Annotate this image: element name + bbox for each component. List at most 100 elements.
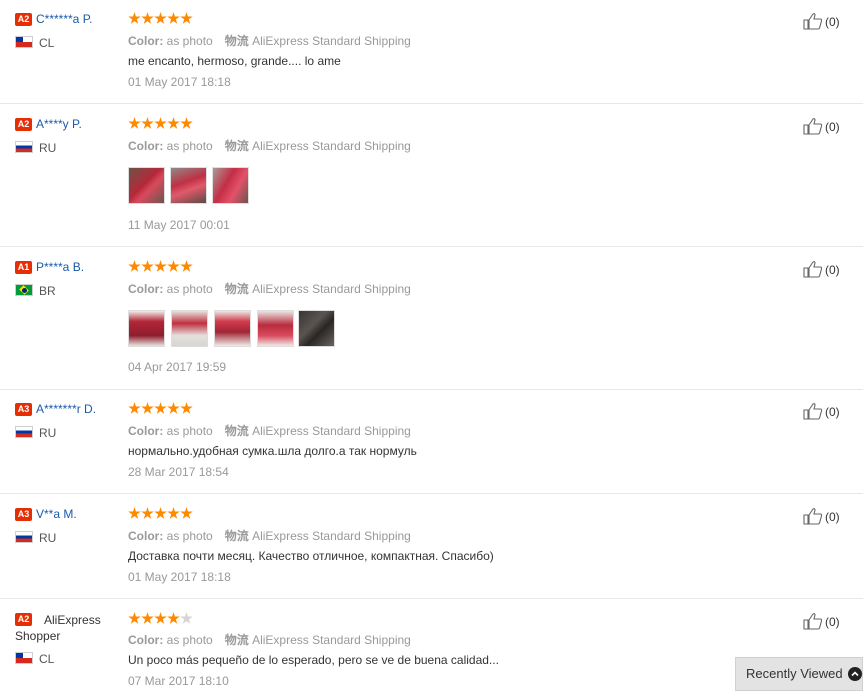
reviewer-info: A3 V**a M. RU (15, 507, 123, 545)
order-info: Color: as photo 物流 AliExpress Standard Sh… (128, 32, 411, 49)
reviewer-country: CL (15, 652, 54, 666)
color-label: Color: (128, 529, 164, 543)
helpful-count: (0) (825, 263, 840, 277)
reviewer-country: BR (15, 284, 56, 298)
thumbs-up-icon (803, 403, 823, 420)
reviewer-info: A2 A****y P. RU (15, 117, 123, 155)
logistics-label: 物流 (224, 34, 249, 48)
flag-icon (15, 36, 33, 48)
star-icon (128, 117, 141, 129)
recently-viewed-tab[interactable]: Recently Viewed (735, 657, 863, 691)
star-icon (141, 402, 154, 414)
star-icon (180, 260, 193, 272)
color-value: as photo (166, 139, 213, 153)
helpful-button[interactable]: (0) (803, 507, 840, 525)
reviewer-name[interactable]: A****y P. (36, 117, 82, 131)
thumbs-up-icon (803, 118, 823, 135)
buyer-level-badge: A2 (15, 613, 32, 626)
review-date: 04 Apr 2017 19:59 (128, 360, 227, 374)
star-icon (154, 612, 167, 624)
flag-icon (15, 284, 33, 296)
shipping-method: AliExpress Standard Shipping (252, 34, 411, 48)
review-item: A3 A*******r D. RU Color: as photo 物流 AliE… (0, 390, 863, 494)
thumbs-up-icon (803, 13, 823, 30)
helpful-count: (0) (825, 15, 840, 29)
thumbs-up-icon (803, 613, 823, 630)
color-value: as photo (166, 633, 213, 647)
helpful-button[interactable]: (0) (803, 612, 840, 630)
helpful-button[interactable]: (0) (803, 402, 840, 420)
color-label: Color: (128, 633, 164, 647)
country-code: RU (39, 531, 57, 545)
reviewer-name[interactable]: A*******r D. (36, 402, 96, 416)
shipping-method: AliExpress Standard Shipping (252, 424, 411, 438)
chevron-up-icon (848, 667, 862, 681)
star-icon (180, 12, 193, 24)
buyer-level-badge: A3 (15, 508, 32, 521)
flag-icon (15, 652, 33, 664)
shipping-method: AliExpress Standard Shipping (252, 633, 411, 647)
star-icon (180, 117, 193, 129)
review-photo-thumbnail[interactable] (214, 310, 251, 347)
star-icon (154, 507, 167, 519)
helpful-button[interactable]: (0) (803, 12, 840, 30)
reviewer-name[interactable]: V**a M. (36, 507, 77, 521)
star-icon (154, 402, 167, 414)
review-photo-thumbnail[interactable] (257, 310, 294, 347)
review-photo-thumbnail[interactable] (128, 310, 165, 347)
review-date: 01 May 2017 18:18 (128, 570, 231, 584)
thumbs-up-icon (803, 261, 823, 278)
country-code: CL (39, 652, 55, 666)
country-code: BR (39, 284, 56, 298)
helpful-button[interactable]: (0) (803, 260, 840, 278)
review-item: A2 AliExpress Shopper CL Color: as photo… (0, 599, 863, 691)
order-info: Color: as photo 物流 AliExpress Standard Sh… (128, 137, 411, 154)
review-item: A3 V**a M. RU Color: as photo 物流 AliExpres… (0, 494, 863, 599)
star-icon (167, 260, 180, 272)
review-item: A2 C******a P. CL Color: as photo 物流 AliEx… (0, 0, 863, 104)
color-label: Color: (128, 424, 164, 438)
star-icon (167, 507, 180, 519)
color-value: as photo (166, 424, 213, 438)
star-icon (154, 117, 167, 129)
star-icon (128, 260, 141, 272)
flag-icon (15, 426, 33, 438)
helpful-button[interactable]: (0) (803, 117, 840, 135)
country-code: RU (39, 426, 57, 440)
review-photo-thumbnail[interactable] (170, 167, 207, 204)
color-value: as photo (166, 34, 213, 48)
reviewer-info: A2 C******a P. CL (15, 12, 123, 50)
star-icon (141, 507, 154, 519)
review-date: 07 Mar 2017 18:10 (128, 674, 229, 688)
star-icon (128, 612, 141, 624)
review-date: 28 Mar 2017 18:54 (128, 465, 229, 479)
thumbs-up-icon (803, 508, 823, 525)
review-item: A1 P****a B. BR Color: as photo 物流 AliExpr… (0, 247, 863, 390)
flag-icon (15, 531, 33, 543)
reviewer-country: RU (15, 531, 56, 545)
star-icon (180, 402, 193, 414)
star-icon (128, 507, 141, 519)
shipping-method: AliExpress Standard Shipping (252, 529, 411, 543)
review-photo-thumbnail[interactable] (298, 310, 335, 347)
color-value: as photo (166, 529, 213, 543)
star-icon (180, 612, 193, 624)
star-icon (180, 507, 193, 519)
reviewer-heading: A2 AliExpress Shopper (15, 612, 115, 644)
helpful-count: (0) (825, 405, 840, 419)
color-label: Color: (128, 139, 164, 153)
review-photo-thumbnail[interactable] (128, 167, 165, 204)
buyer-level-badge: A2 (15, 118, 32, 131)
recently-viewed-label: Recently Viewed (746, 666, 843, 681)
star-icon (141, 117, 154, 129)
star-icon (141, 612, 154, 624)
review-photo-thumbnail[interactable] (171, 310, 208, 347)
review-photo-thumbnail[interactable] (212, 167, 249, 204)
shipping-method: AliExpress Standard Shipping (252, 139, 411, 153)
reviewer-name[interactable]: C******a P. (36, 12, 92, 26)
reviewer-name[interactable]: P****a B. (36, 260, 84, 274)
review-text: нормально.удобная сумка.шла долго.а так … (128, 444, 417, 458)
logistics-label: 物流 (224, 529, 249, 543)
star-icon (154, 260, 167, 272)
review-text: Un poco más pequeño de lo esperado, pero… (128, 653, 499, 667)
